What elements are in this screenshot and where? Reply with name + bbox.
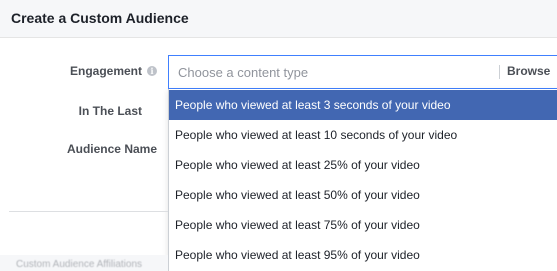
dropdown-option-10-seconds[interactable]: People who viewed at least 10 seconds of… <box>169 120 557 150</box>
dropdown-option-50-percent[interactable]: People who viewed at least 50% of your v… <box>169 180 557 210</box>
input-divider <box>499 65 500 79</box>
engagement-label: Engagement <box>69 64 142 78</box>
dropdown-option-95-percent[interactable]: People who viewed at least 95% of your v… <box>169 240 557 270</box>
audience-name-label: Audience Name <box>66 142 157 156</box>
content-type-placeholder: Choose a content type <box>178 65 309 80</box>
in-the-last-label: In The Last <box>78 104 142 118</box>
info-icon[interactable]: i <box>147 66 157 76</box>
browse-button[interactable]: Browse <box>507 64 550 78</box>
content-type-select[interactable]: Choose a content type Browse <box>168 55 557 89</box>
dropdown-option-3-seconds[interactable]: People who viewed at least 3 seconds of … <box>169 90 557 120</box>
content-type-dropdown: People who viewed at least 3 seconds of … <box>168 89 557 271</box>
dropdown-option-75-percent[interactable]: People who viewed at least 75% of your v… <box>169 210 557 240</box>
dropdown-option-25-percent[interactable]: People who viewed at least 25% of your v… <box>169 150 557 180</box>
footer-partial-text: Custom Audience Affiliations <box>16 259 143 270</box>
footer-section: Custom Audience Affiliations <box>0 255 168 271</box>
section-divider <box>9 211 168 212</box>
dialog-header: Create a Custom Audience <box>0 0 557 38</box>
dialog-title: Create a Custom Audience <box>11 10 189 26</box>
